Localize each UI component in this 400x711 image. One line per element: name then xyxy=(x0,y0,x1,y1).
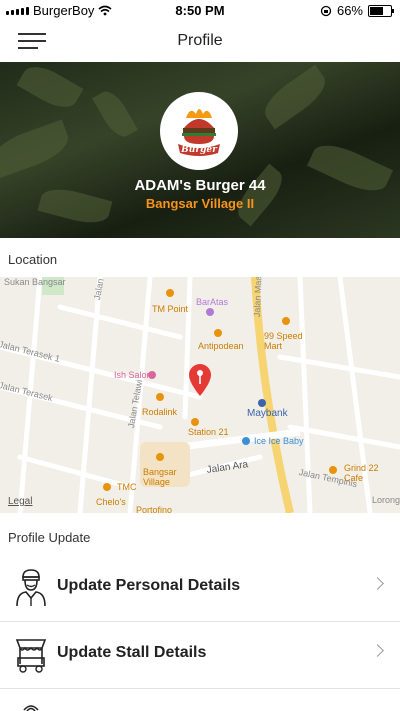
logo-text: Burger xyxy=(180,145,218,155)
place-label: Grind 22 Cafe xyxy=(344,463,379,483)
location-pin-icon[interactable] xyxy=(187,363,213,397)
map-legal-link[interactable]: Legal xyxy=(8,496,32,507)
place-label: BarAtas xyxy=(196,297,229,307)
partial-row-icon xyxy=(23,705,39,711)
chef-icon xyxy=(16,569,46,607)
location-map[interactable]: Sukan Bangsar Jalan Telawi Jalan Terasek… xyxy=(0,277,400,513)
update-stall-details-row[interactable]: Update Stall Details xyxy=(0,622,400,689)
chevron-right-icon xyxy=(371,577,384,590)
place-label: TMC xyxy=(117,482,137,492)
location-heading: Location xyxy=(8,252,58,267)
place-label: Bangsar Village xyxy=(143,467,177,487)
battery-icon xyxy=(368,4,394,17)
place-label: Ish Salon xyxy=(114,370,152,380)
place-label: 99 Speed Mart xyxy=(264,331,303,351)
stall-name: ADAM's Burger 44 xyxy=(134,177,266,194)
profile-update-heading: Profile Update xyxy=(8,530,91,545)
status-bar: BurgerBoy 8:50 PM 66% xyxy=(0,0,400,20)
place-label: Rodalink xyxy=(142,407,178,417)
update-personal-details-row[interactable]: Update Personal Details xyxy=(0,555,400,622)
battery-percent: 66% xyxy=(336,3,363,18)
street-label: Jalan Maarof xyxy=(252,277,264,318)
status-right: 66% xyxy=(320,3,394,18)
update-stall-details-label: Update Stall Details xyxy=(57,644,207,661)
rotation-lock-icon xyxy=(320,5,332,16)
chevron-right-icon xyxy=(371,644,384,657)
burger-logo-icon: Burger xyxy=(178,109,220,156)
stall-header: Burger ADAM's Burger 44 Bangsar Village … xyxy=(0,62,400,238)
stall-location: Bangsar Village II xyxy=(145,196,255,211)
street-label: Lorong xyxy=(372,495,400,505)
stall-icon xyxy=(15,639,47,673)
place-label: Ice Ice Baby xyxy=(254,436,304,446)
place-label: TM Point xyxy=(152,304,189,314)
place-label: Antipodean xyxy=(198,341,244,351)
update-personal-details-label: Update Personal Details xyxy=(57,577,241,594)
nav-bar: Profile xyxy=(0,20,400,62)
place-label: Portofino xyxy=(136,505,173,513)
page-title: Profile xyxy=(177,32,223,49)
street-label: Sukan Bangsar xyxy=(4,277,66,287)
place-label: Station 21 xyxy=(188,427,229,437)
place-label: Chelo's xyxy=(96,497,126,507)
stall-logo: Burger xyxy=(160,92,238,170)
place-label: Maybank xyxy=(247,408,288,419)
